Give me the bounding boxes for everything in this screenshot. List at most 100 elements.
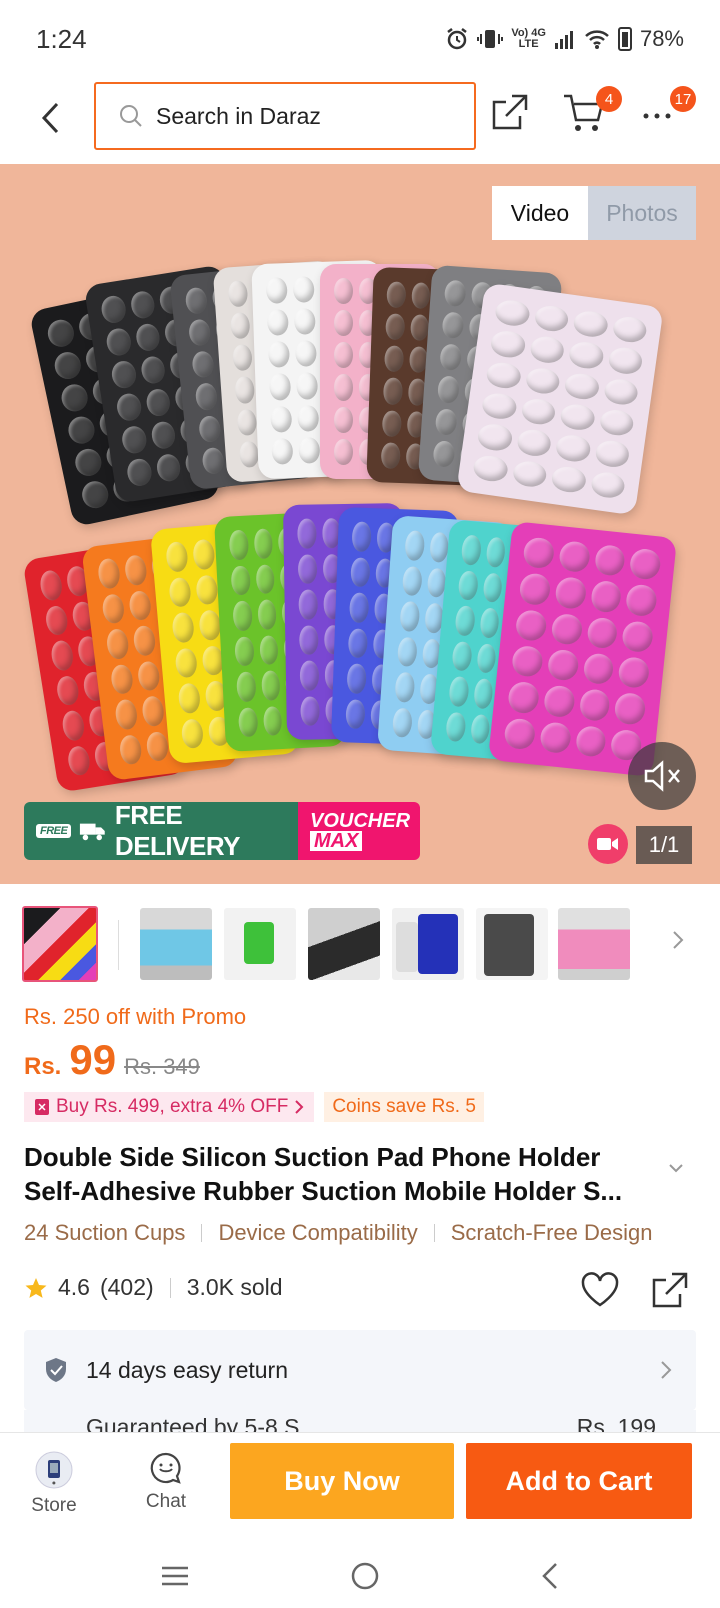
back-button[interactable] [30,98,70,138]
suction-cup [557,540,591,574]
search-input[interactable]: Search in Daraz [94,82,476,150]
suction-cup [101,592,126,625]
suction-cup [514,608,548,642]
suction-cup [191,350,215,379]
max-text: MAX [310,831,363,851]
store-label: Store [31,1495,77,1516]
delivery-guarantee-row[interactable]: Guaranteed by 5-8 S Rs. 199 [24,1410,696,1432]
product-image-gallery[interactable]: Video Photos FREE FREE DELIVERY VOUCHER … [0,164,720,884]
thumbnail-5[interactable] [392,908,464,980]
suction-cup [201,446,225,475]
suction-cup [472,677,494,709]
product-image [0,164,720,884]
store-button[interactable]: ● Store [14,1451,94,1517]
suction-cup [469,713,491,745]
chat-button[interactable]: Chat [126,1451,206,1513]
rating-row[interactable]: 4.6 (402) 3.0K sold [24,1274,283,1301]
suction-cup [268,341,290,369]
suction-cup [96,557,122,590]
share-product-button[interactable] [650,1270,690,1315]
suction-cup [613,692,647,726]
chevron-down-icon [669,1164,683,1173]
chevron-right-icon [661,1361,672,1379]
tab-video[interactable]: Video [492,186,588,240]
network-lte: LTE [518,38,539,50]
suction-cup [230,565,251,596]
coins-tag[interactable]: Coins save Rs. 5 [324,1092,484,1122]
suction-cup [598,407,635,438]
suction-cup [538,720,572,755]
tab-photos[interactable]: Photos [588,186,696,240]
suction-cup [115,392,143,423]
thumbnail-next-button[interactable] [672,930,684,955]
suction-cup [441,311,465,340]
video-indicator [588,824,628,864]
status-bar: 1:24 Vo) 4G LTE 78% [0,0,720,78]
suction-cup [385,313,405,341]
suction-cup [493,298,531,329]
suction-cup [347,627,368,659]
thumbnail-2[interactable] [140,908,212,980]
suction-cup [174,647,198,679]
share-button[interactable] [490,92,530,132]
thumbnail-4[interactable] [308,908,380,980]
free-tag: FREE [36,824,72,838]
thumbnail-7[interactable] [558,908,630,980]
suction-cup [485,536,507,568]
suction-cup [229,312,251,340]
suction-cup [572,309,609,340]
suction-cup [72,446,104,479]
thumbnail-1[interactable] [22,906,98,982]
more-icon [643,113,671,119]
original-price: Rs. 349 [124,1054,200,1079]
suction-cup [401,565,423,597]
suction-cup [345,698,365,729]
recents-icon[interactable] [160,1564,190,1588]
more-button[interactable]: 17 [640,86,696,130]
search-placeholder: Search in Daraz [156,102,321,129]
suction-cup [238,440,260,468]
bundle-offer-tag[interactable]: Buy Rs. 499, extra 4% OFF [24,1092,315,1122]
add-to-cart-button[interactable]: Add to Cart [466,1443,692,1519]
suction-cup [114,698,139,731]
suction-cup [503,717,537,751]
suction-cup [139,354,167,386]
promo-tags: Buy Rs. 499, extra 4% OFF Coins save Rs.… [24,1092,484,1122]
chat-icon [150,1452,181,1484]
thumbnail-6[interactable] [476,908,548,980]
suction-cup [445,711,467,743]
chevron-right-icon [295,1100,304,1114]
suction-cup [258,634,279,666]
suction-cup [297,404,320,432]
thumbnail-3[interactable] [224,908,296,980]
suction-cup [546,648,580,682]
suction-cup [550,464,588,495]
suction-cup [542,684,576,718]
feature-item: Device Compatibility [218,1220,418,1245]
suction-cup [232,344,253,372]
wifi-icon [585,30,609,49]
wishlist-button[interactable] [580,1272,620,1313]
buy-now-button[interactable]: Buy Now [230,1443,454,1519]
expand-title-button[interactable] [668,1160,684,1178]
status-icons: Vo) 4G LTE 78% [445,26,684,52]
suction-cup [236,671,257,702]
suction-cup [180,717,205,750]
suction-cup [187,318,212,347]
system-back-icon[interactable] [540,1561,560,1591]
bundle-offer-text: Buy Rs. 499, extra 4% OFF [56,1096,289,1117]
suction-cup [391,707,413,738]
promo-discount-text: Rs. 250 off with Promo [24,1004,247,1029]
product-title-line-1: Double Side Silicon Suction Pad Phone Ho… [24,1142,601,1172]
easy-return-card[interactable]: 14 days easy return [24,1330,696,1410]
mute-button[interactable] [628,742,696,810]
suction-cup [384,345,404,373]
search-icon [120,105,142,127]
vibrate-icon [477,30,504,48]
home-icon[interactable] [350,1561,380,1591]
suction-cup [578,688,611,722]
suction-cup [472,453,509,484]
suction-cup [589,469,627,500]
cart-button[interactable]: 4 [562,86,622,134]
suction-cup [197,414,222,443]
